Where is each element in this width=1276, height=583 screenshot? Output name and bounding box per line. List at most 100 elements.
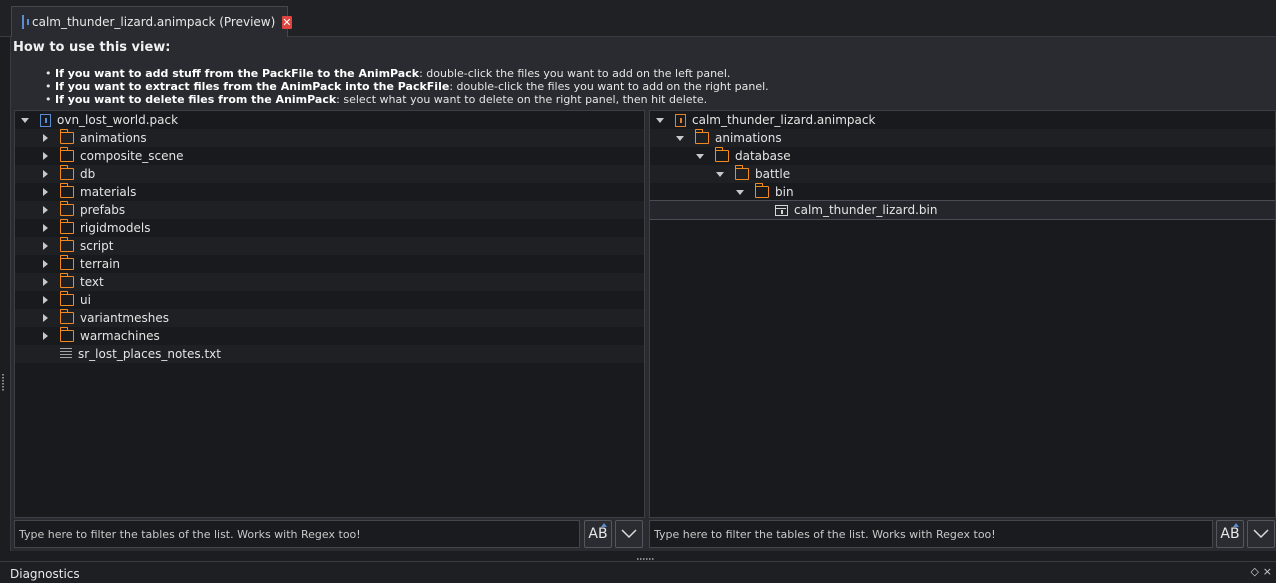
tree-row[interactable]: variantmeshes	[15, 309, 644, 327]
tree-item-label: rigidmodels	[80, 221, 151, 235]
tree-item-label: variantmeshes	[80, 311, 169, 325]
tree-item-label: ui	[80, 293, 91, 307]
right-filter-input[interactable]	[649, 520, 1213, 548]
expand-down-icon[interactable]	[20, 115, 30, 125]
splitter-handle-icon	[637, 558, 655, 560]
tab-animpack-preview[interactable]: calm_thunder_lizard.animpack (Preview) ✕	[11, 6, 292, 37]
folder-icon	[59, 237, 74, 252]
tree-row[interactable]: text	[15, 273, 644, 291]
expand-right-icon[interactable]	[40, 313, 50, 323]
tree-row[interactable]: calm_thunder_lizard.bin	[650, 200, 1275, 220]
tab-title: calm_thunder_lizard.animpack (Preview)	[32, 15, 276, 29]
tree-row[interactable]: sr_lost_places_notes.txt	[15, 345, 644, 363]
close-dock-icon[interactable]: ×	[1263, 565, 1272, 578]
expand-right-icon[interactable]	[40, 187, 50, 197]
folder-icon	[59, 201, 74, 216]
folder-icon	[714, 147, 729, 162]
tree-row[interactable]: composite_scene	[15, 147, 644, 165]
tree-item-label: db	[80, 167, 96, 181]
expand-down-icon[interactable]	[695, 151, 705, 161]
chevron-down-icon	[621, 529, 637, 539]
tree-item-label: database	[735, 149, 791, 163]
left-dock-grip[interactable]	[2, 374, 4, 392]
folder-icon	[59, 219, 74, 234]
tree-row[interactable]: animations	[15, 129, 644, 147]
right-case-sensitive-button[interactable]: AB	[1216, 520, 1244, 548]
tree-item-label: battle	[755, 167, 791, 181]
animpack-icon	[675, 113, 686, 127]
tree-row[interactable]: prefabs	[15, 201, 644, 219]
tree-row[interactable]: terrain	[15, 255, 644, 273]
expand-right-icon[interactable]	[40, 259, 50, 269]
expand-down-icon[interactable]	[675, 133, 685, 143]
tree-row[interactable]: warmachines	[15, 327, 644, 345]
folder-icon	[59, 147, 74, 162]
close-tab-icon[interactable]: ✕	[282, 15, 292, 29]
animpack-tree-panel[interactable]: calm_thunder_lizard.animpack animations da…	[649, 110, 1276, 518]
expand-right-icon[interactable]	[40, 169, 50, 179]
pack-icon	[40, 113, 51, 127]
tree-item-label: bin	[775, 185, 794, 199]
case-sensitive-icon	[601, 523, 607, 527]
expand-right-icon[interactable]	[40, 331, 50, 341]
folder-icon	[59, 327, 74, 342]
left-filter-input[interactable]	[14, 520, 580, 548]
tree-row[interactable]: battle	[650, 165, 1275, 183]
tree-item-label: script	[80, 239, 114, 253]
bin-icon	[775, 204, 788, 216]
tree-row[interactable]: materials	[15, 183, 644, 201]
right-filter-bar: AB	[649, 520, 1276, 549]
expand-right-icon[interactable]	[40, 223, 50, 233]
text-icon	[60, 348, 72, 360]
expand-right-icon[interactable]	[40, 205, 50, 215]
tree-item-label: warmachines	[80, 329, 160, 343]
tree-row[interactable]: database	[650, 147, 1275, 165]
float-dock-icon[interactable]: ◇	[1251, 565, 1259, 578]
animpack-view: How to use this view: If you want to add…	[10, 37, 1276, 551]
tree-row[interactable]: db	[15, 165, 644, 183]
animpack-file-icon	[22, 15, 29, 29]
diagnostics-title: Diagnostics	[10, 567, 80, 581]
left-filter-bar: AB	[14, 520, 645, 549]
tree-row[interactable]: animations	[650, 129, 1275, 147]
expand-right-icon[interactable]	[40, 295, 50, 305]
tree-row[interactable]: script	[15, 237, 644, 255]
chevron-down-icon	[1253, 529, 1269, 539]
packfile-tree-panel[interactable]: ovn_lost_world.pack animations composite_s…	[14, 110, 645, 518]
expand-down-icon[interactable]	[715, 169, 725, 179]
tree-row[interactable]: ovn_lost_world.pack	[15, 111, 644, 129]
expand-right-icon[interactable]	[40, 241, 50, 251]
help-title: How to use this view:	[13, 40, 171, 55]
expand-right-icon[interactable]	[40, 277, 50, 287]
folder-icon	[754, 183, 769, 198]
tree-item-label: terrain	[80, 257, 121, 271]
left-filter-dropdown-button[interactable]	[615, 520, 643, 548]
tree-item-label: calm_thunder_lizard.animpack	[692, 113, 876, 127]
expand-right-icon[interactable]	[40, 151, 50, 161]
tree-item-label: animations	[715, 131, 782, 145]
expand-down-icon[interactable]	[655, 115, 665, 125]
right-filter-dropdown-button[interactable]	[1247, 520, 1275, 548]
folder-icon	[59, 273, 74, 288]
help-line-add: If you want to add stuff from the PackFi…	[45, 67, 769, 80]
tab-bar: calm_thunder_lizard.animpack (Preview) ✕	[0, 0, 1276, 37]
folder-icon	[59, 183, 74, 198]
folder-icon	[59, 291, 74, 306]
expand-right-icon[interactable]	[40, 133, 50, 143]
tree-row[interactable]: bin	[650, 183, 1275, 201]
diagnostics-splitter[interactable]	[0, 551, 1276, 561]
left-case-sensitive-button[interactable]: AB	[584, 520, 612, 548]
tree-item-label: text	[80, 275, 104, 289]
tree-row[interactable]: calm_thunder_lizard.animpack	[650, 111, 1275, 129]
folder-icon	[694, 129, 709, 144]
tree-item-label: materials	[80, 185, 137, 199]
tree-item-label: animations	[80, 131, 147, 145]
help-list: If you want to add stuff from the PackFi…	[45, 67, 769, 106]
help-line-delete: If you want to delete files from the Ani…	[45, 93, 769, 106]
expand-down-icon[interactable]	[735, 187, 745, 197]
tree-row[interactable]: rigidmodels	[15, 219, 644, 237]
tree-row[interactable]: ui	[15, 291, 644, 309]
folder-icon	[59, 165, 74, 180]
tree-item-label: sr_lost_places_notes.txt	[78, 347, 221, 361]
help-line-extract: If you want to extract files from the An…	[45, 80, 769, 93]
